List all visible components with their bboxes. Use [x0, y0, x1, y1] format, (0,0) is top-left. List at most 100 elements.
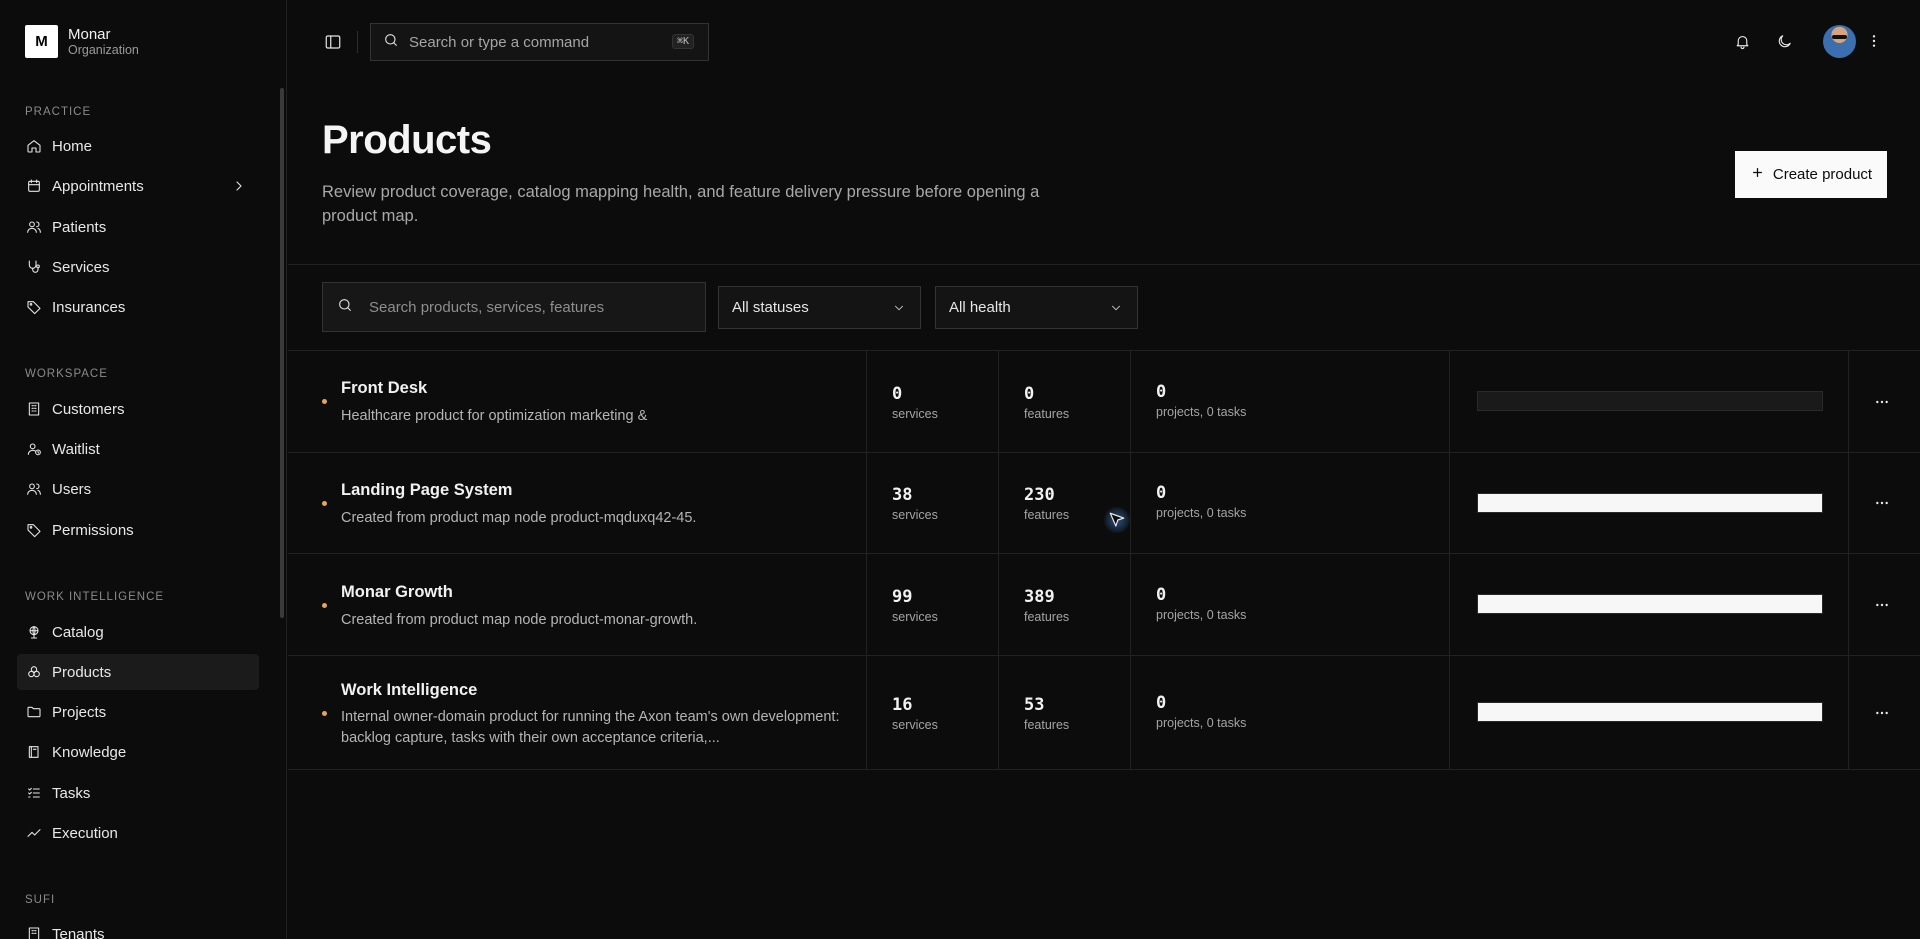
- services-metric: 38 services: [892, 485, 938, 522]
- sidebar-item-users[interactable]: Users: [17, 471, 259, 507]
- user-clock-icon: [26, 441, 42, 457]
- sidebar-item-label: Patients: [52, 218, 107, 236]
- status-dot: [322, 399, 327, 404]
- plus-icon: [1750, 165, 1765, 184]
- more-horizontal-icon[interactable]: [1874, 495, 1890, 516]
- sidebar-toggle-icon[interactable]: [324, 33, 342, 56]
- product-description: Internal owner-domain product for runnin…: [341, 709, 840, 746]
- more-horizontal-icon[interactable]: [1874, 394, 1890, 415]
- projects-metric: 0 projects, 0 tasks: [1156, 693, 1247, 730]
- sidebar-item-label: Tenants: [52, 925, 105, 939]
- command-search-placeholder: Search or type a command: [409, 33, 590, 51]
- sidebar-item-label: Catalog: [52, 623, 104, 641]
- sidebar-item-home[interactable]: Home: [17, 128, 259, 164]
- sidebar-item-patients[interactable]: Patients: [17, 209, 259, 245]
- sidebar-item-label: Users: [52, 480, 92, 498]
- chevron-right-icon: [231, 178, 247, 198]
- product-search[interactable]: [322, 282, 706, 332]
- table-row[interactable]: Monar Growth Created from product map no…: [288, 554, 1920, 656]
- product-name[interactable]: Front Desk: [341, 379, 427, 398]
- coverage-bar: [1477, 391, 1823, 411]
- avatar[interactable]: [1823, 25, 1856, 58]
- sidebar-item-label: Products: [52, 663, 112, 681]
- cursor-indicator: [1103, 506, 1131, 534]
- sidebar-item-tenants[interactable]: Tenants: [17, 916, 259, 939]
- features-metric: 53 features: [1024, 695, 1070, 732]
- globe-icon: [26, 624, 42, 640]
- command-search[interactable]: Search or type a command ⌘K: [370, 23, 709, 61]
- product-description: Healthcare product for optimization mark…: [341, 408, 648, 424]
- more-horizontal-icon[interactable]: [1874, 597, 1890, 618]
- health-filter-value: All health: [949, 299, 1011, 316]
- more-horizontal-icon[interactable]: [1874, 705, 1890, 726]
- sidebar-item-label: Permissions: [52, 521, 134, 539]
- features-metric: 230 features: [1024, 485, 1070, 522]
- sidebar-item-insurances[interactable]: Insurances: [17, 289, 259, 325]
- building-icon: [26, 401, 42, 417]
- calendar-icon: [26, 178, 42, 194]
- table-row[interactable]: Work Intelligence Internal owner-domain …: [288, 656, 1920, 770]
- product-description: Created from product map node product-mq…: [341, 510, 697, 526]
- sidebar-item-products[interactable]: Products: [17, 654, 259, 690]
- product-name[interactable]: Landing Page System: [341, 481, 512, 500]
- sidebar-item-tasks[interactable]: Tasks: [17, 775, 259, 811]
- org-name: Monar: [68, 26, 111, 43]
- sidebar-item-label: Services: [52, 258, 110, 276]
- projects-metric: 0 projects, 0 tasks: [1156, 483, 1247, 520]
- product-search-input[interactable]: [369, 298, 689, 316]
- sidebar-item-catalog[interactable]: Catalog: [17, 614, 259, 650]
- sidebar-item-execution[interactable]: Execution: [17, 815, 259, 851]
- sidebar-scrollbar[interactable]: [280, 88, 284, 618]
- sidebar-item-knowledge[interactable]: Knowledge: [17, 734, 259, 770]
- activity-icon: [26, 825, 42, 841]
- status-filter-select[interactable]: All statuses: [718, 286, 921, 329]
- sidebar-item-permissions[interactable]: Permissions: [17, 512, 259, 548]
- status-dot: [322, 603, 327, 608]
- sidebar-item-waitlist[interactable]: Waitlist: [17, 431, 259, 467]
- sidebar-item-services[interactable]: Services: [17, 249, 259, 285]
- coverage-fill: [1478, 595, 1822, 613]
- tag-icon: [26, 299, 42, 315]
- coverage-fill: [1478, 494, 1822, 512]
- sidebar-item-label: Waitlist: [52, 440, 100, 458]
- topbar: Search or type a command ⌘K: [288, 0, 1920, 84]
- more-vertical-icon[interactable]: [1866, 33, 1882, 54]
- projects-metric: 0 projects, 0 tasks: [1156, 585, 1247, 622]
- home-icon: [26, 138, 42, 154]
- tag-icon: [26, 522, 42, 538]
- org-subtitle: Organization: [68, 43, 139, 57]
- table-row[interactable]: Front Desk Healthcare product for optimi…: [288, 351, 1920, 453]
- sidebar: M Monar Organization PRACTICE Home Appoi…: [0, 0, 287, 939]
- org-switcher[interactable]: M Monar Organization: [25, 25, 139, 58]
- sidebar-item-projects[interactable]: Projects: [17, 694, 259, 730]
- page-title: Products: [322, 118, 492, 162]
- product-name[interactable]: Monar Growth: [341, 583, 453, 602]
- sidebar-item-customers[interactable]: Customers: [17, 391, 259, 427]
- sidebar-item-label: Projects: [52, 703, 107, 721]
- features-metric: 0 features: [1024, 384, 1070, 421]
- stethoscope-icon: [26, 259, 42, 275]
- sidebar-item-label: Appointments: [52, 177, 144, 195]
- sidebar-item-label: Tasks: [52, 784, 91, 802]
- book-icon: [26, 744, 42, 760]
- product-name[interactable]: Work Intelligence: [341, 681, 477, 700]
- chevron-down-icon: [1109, 301, 1123, 319]
- section-sufi: SUFI: [25, 894, 56, 906]
- coverage-bar: [1477, 702, 1823, 722]
- status-dot: [322, 501, 327, 506]
- health-filter-select[interactable]: All health: [935, 286, 1138, 329]
- list-icon: [26, 785, 42, 801]
- create-product-button[interactable]: Create product: [1735, 151, 1887, 198]
- projects-metric: 0 projects, 0 tasks: [1156, 382, 1247, 419]
- moon-icon[interactable]: [1776, 33, 1793, 55]
- section-practice: PRACTICE: [25, 106, 92, 118]
- sidebar-item-appointments[interactable]: Appointments: [17, 168, 259, 204]
- search-icon: [337, 297, 353, 318]
- create-product-label: Create product: [1772, 166, 1873, 183]
- search-icon: [383, 32, 399, 52]
- bell-icon[interactable]: [1734, 33, 1751, 55]
- table-row[interactable]: Landing Page System Created from product…: [288, 453, 1920, 554]
- services-metric: 0 services: [892, 384, 938, 421]
- sidebar-item-label: Customers: [52, 400, 125, 418]
- product-description: Created from product map node product-mo…: [341, 612, 698, 628]
